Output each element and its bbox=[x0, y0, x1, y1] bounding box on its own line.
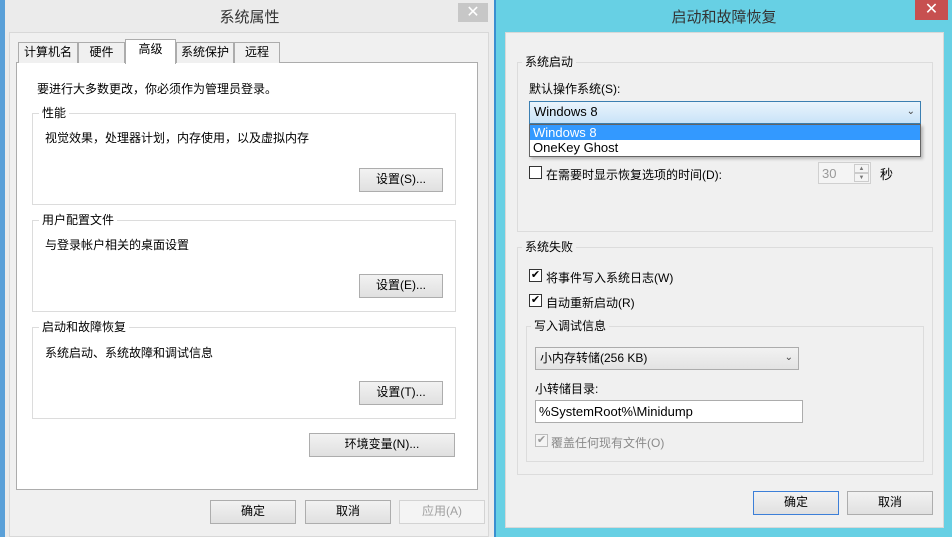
dump-dir-label: 小转储目录: bbox=[535, 382, 599, 396]
apply-button[interactable]: 应用(A) bbox=[399, 500, 485, 524]
dialog-body: 计算机名 硬件 高级 系统保护 远程 要进行大多数更改，你必须作为管理员登录。 … bbox=[9, 32, 489, 537]
show-time-checkbox[interactable] bbox=[529, 166, 542, 179]
seconds-label: 秒 bbox=[880, 167, 894, 182]
spinner-up-icon[interactable]: ▲ bbox=[854, 164, 869, 173]
tab-hardware[interactable]: 硬件 bbox=[78, 42, 125, 63]
startup-recovery-settings-button[interactable]: 设置(T)... bbox=[359, 381, 443, 405]
group-description: 系统启动、系统故障和调试信息 bbox=[45, 346, 214, 360]
tab-panel-advanced: 要进行大多数更改，你必须作为管理员登录。 性能 视觉效果，处理器计划，内存使用，… bbox=[16, 62, 478, 490]
default-os-select[interactable]: Windows 8 ⌄ bbox=[529, 101, 921, 124]
performance-group: 性能 视觉效果，处理器计划，内存使用，以及虚拟内存 设置(S)... bbox=[32, 106, 456, 205]
group-title: 写入调试信息 bbox=[531, 319, 610, 333]
ok-button[interactable]: 确定 bbox=[210, 500, 296, 524]
cancel-button[interactable]: 取消 bbox=[305, 500, 391, 524]
tab-system-protection[interactable]: 系统保护 bbox=[176, 42, 234, 63]
startup-recovery-group: 启动和故障恢复 系统启动、系统故障和调试信息 设置(T)... bbox=[32, 320, 456, 419]
default-os-label: 默认操作系统(S): bbox=[529, 82, 621, 96]
close-button[interactable]: ✕ bbox=[458, 3, 488, 22]
system-startup-group: 系统启动 默认操作系统(S): Windows 8 ⌄ Windows 8 On… bbox=[517, 55, 933, 232]
spinner-down-icon[interactable]: ▼ bbox=[854, 173, 869, 182]
dump-type-value: 小内存转储(256 KB) bbox=[540, 351, 648, 365]
dropdown-option-onekey-ghost[interactable]: OneKey Ghost bbox=[530, 140, 920, 156]
dialog-body: 系统启动 默认操作系统(S): Windows 8 ⌄ Windows 8 On… bbox=[505, 32, 944, 528]
tab-computer-name[interactable]: 计算机名 bbox=[18, 42, 78, 63]
tab-remote[interactable]: 远程 bbox=[234, 42, 280, 63]
close-button[interactable]: ✕ bbox=[915, 0, 948, 20]
group-title: 性能 bbox=[39, 106, 70, 120]
user-profiles-settings-button[interactable]: 设置(E)... bbox=[359, 274, 443, 298]
write-event-checkbox[interactable]: ✔ bbox=[529, 269, 542, 282]
startup-recovery-window: 启动和故障恢复 ✕ 系统启动 默认操作系统(S): Windows 8 ⌄ Wi… bbox=[496, 0, 952, 537]
group-description: 视觉效果，处理器计划，内存使用，以及虚拟内存 bbox=[45, 131, 310, 145]
group-title: 系统启动 bbox=[522, 55, 577, 69]
tab-advanced[interactable]: 高级 bbox=[125, 39, 176, 64]
auto-restart-label: 自动重新启动(R) bbox=[546, 296, 635, 310]
auto-restart-checkbox[interactable]: ✔ bbox=[529, 294, 542, 307]
default-os-value: Windows 8 bbox=[534, 104, 598, 119]
system-properties-window: 系统属性 ✕ 计算机名 硬件 高级 系统保护 远程 要进行大多数更改，你必须作为… bbox=[0, 0, 494, 537]
system-failure-group: 系统失败 ✔ 将事件写入系统日志(W) ✔ 自动重新启动(R) 写入调试信息 小… bbox=[517, 240, 933, 475]
time-value: 30 bbox=[822, 166, 837, 181]
chevron-down-icon: ⌄ bbox=[784, 352, 793, 363]
performance-settings-button[interactable]: 设置(S)... bbox=[359, 168, 443, 192]
debug-info-group: 写入调试信息 小内存转储(256 KB) ⌄ 小转储目录: %SystemRoo… bbox=[526, 319, 924, 462]
dump-dir-input[interactable]: %SystemRoot%\Minidump bbox=[535, 400, 803, 423]
dropdown-option-windows8[interactable]: Windows 8 bbox=[530, 125, 920, 140]
write-event-label: 将事件写入系统日志(W) bbox=[546, 271, 674, 285]
group-description: 与登录帐户相关的桌面设置 bbox=[45, 238, 190, 252]
cancel-button[interactable]: 取消 bbox=[847, 491, 933, 515]
admin-note: 要进行大多数更改，你必须作为管理员登录。 bbox=[37, 82, 278, 96]
group-title: 系统失败 bbox=[522, 240, 577, 254]
dump-type-select[interactable]: 小内存转储(256 KB) ⌄ bbox=[535, 347, 799, 370]
window-title: 系统属性 bbox=[219, 9, 280, 26]
time-spinner[interactable]: 30 ▲ ▼ bbox=[818, 162, 871, 184]
overwrite-label: 覆盖任何现有文件(O) bbox=[551, 436, 665, 450]
overwrite-checkbox[interactable]: ✔ bbox=[535, 434, 548, 447]
ok-button[interactable]: 确定 bbox=[753, 491, 839, 515]
show-time-label: 在需要时显示恢复选项的时间(D): bbox=[546, 168, 722, 182]
group-title: 用户配置文件 bbox=[39, 213, 118, 227]
chevron-down-icon: ⌄ bbox=[906, 106, 915, 117]
group-title: 启动和故障恢复 bbox=[39, 320, 130, 334]
window-title: 启动和故障恢复 bbox=[671, 9, 777, 26]
default-os-dropdown: Windows 8 OneKey Ghost bbox=[529, 124, 921, 157]
environment-variables-button[interactable]: 环境变量(N)... bbox=[309, 433, 455, 457]
user-profiles-group: 用户配置文件 与登录帐户相关的桌面设置 设置(E)... bbox=[32, 213, 456, 312]
